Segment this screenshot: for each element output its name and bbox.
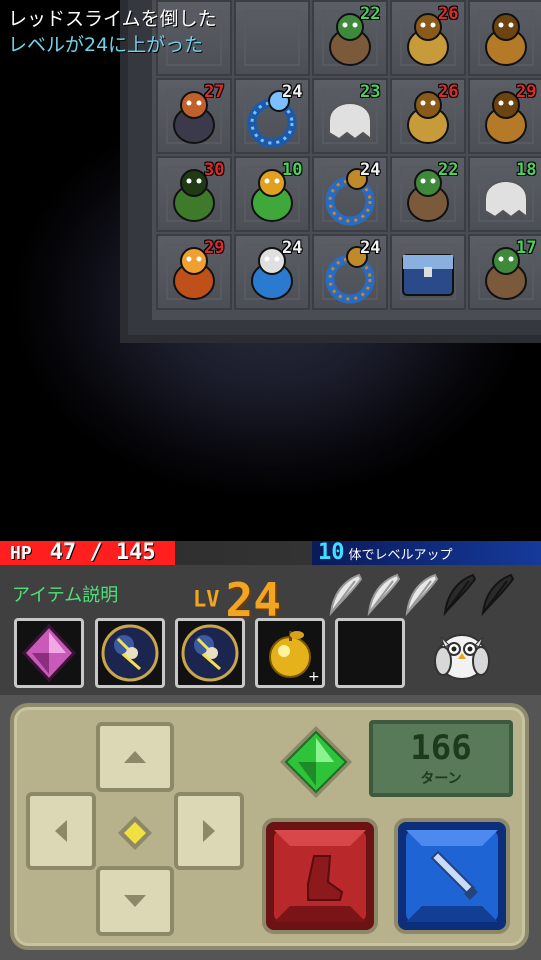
feather-icon xyxy=(329,573,363,617)
info-panel: アイテム説明 LV 24 + xyxy=(0,565,541,695)
item-slot-2[interactable] xyxy=(95,618,165,688)
message-log: レッドスライムを倒した レベルが24に上がった xyxy=(8,6,217,58)
monster-level-label: 17 xyxy=(516,238,537,258)
feather-icon xyxy=(367,573,401,617)
monster-level-label: 23 xyxy=(360,82,381,102)
attack-button[interactable] xyxy=(394,818,510,934)
kick-action-button[interactable] xyxy=(262,818,378,934)
pink-crystal-icon xyxy=(22,624,76,682)
item-slot-5-empty[interactable] xyxy=(335,618,405,688)
log-line: レッドスライムを倒した xyxy=(8,8,217,30)
turn-count-label: ターン xyxy=(420,771,462,787)
monster-level-label: 30 xyxy=(204,160,225,180)
dungeon-view: 22 26 27 24 23 26 29 30 10 24 22 18 29 24 24 17 レッドスライム… xyxy=(0,0,541,538)
monster-level-label: 26 xyxy=(438,82,459,102)
monster-level-label: 10 xyxy=(282,160,303,180)
log-line: レベルが24に上がった xyxy=(8,34,204,56)
monster-level-label: 27 xyxy=(204,82,225,102)
feather-gauge xyxy=(325,571,515,617)
item-description-button[interactable]: アイテム説明 xyxy=(12,581,118,607)
treasure-chest-sprite[interactable] xyxy=(393,237,463,307)
levelup-text: 体でレベルアップ xyxy=(348,548,453,563)
sword-icon xyxy=(406,830,498,922)
turn-counter: 166 ターン xyxy=(369,720,513,797)
monster-level-label: 24 xyxy=(282,82,303,102)
arrow-left-icon xyxy=(55,820,67,842)
thunder-orb-icon xyxy=(101,624,159,682)
hp-separator: / xyxy=(89,540,103,565)
monster-level-label: 22 xyxy=(360,4,381,24)
green-gem-icon[interactable] xyxy=(278,724,354,800)
golden-apple-icon: + xyxy=(269,631,320,683)
mud-slime-sprite[interactable] xyxy=(471,3,541,73)
hp-max: 145 xyxy=(115,540,156,565)
dpad-right-button[interactable] xyxy=(174,792,244,870)
monster-level-label: 26 xyxy=(438,4,459,24)
monster-level-label: 18 xyxy=(516,160,537,180)
thunder-orb-icon xyxy=(181,624,239,682)
owl-companion-icon[interactable] xyxy=(427,617,497,687)
monster-level-label: 24 xyxy=(360,238,381,258)
monster-level-label: 29 xyxy=(204,238,225,258)
hp-label: HP xyxy=(10,543,32,564)
item-slot-4[interactable]: + xyxy=(255,618,325,688)
monster-level-label: 29 xyxy=(516,82,537,102)
dpad-left-button[interactable] xyxy=(26,792,96,870)
feather-icon xyxy=(481,573,515,617)
monster-level-label: 22 xyxy=(438,160,459,180)
boot-icon xyxy=(274,830,366,922)
hp-current: 47 xyxy=(49,540,77,565)
floor-tile xyxy=(234,0,310,76)
turn-count-value: 166 xyxy=(410,728,472,768)
item-slot-3[interactable] xyxy=(175,618,245,688)
monster-level-label: 24 xyxy=(360,160,381,180)
levelup-indicator: 10 体でレベルアップ xyxy=(312,541,541,565)
level-label: LV xyxy=(193,587,220,613)
feather-icon xyxy=(443,573,477,617)
feather-icon xyxy=(405,573,439,617)
arrow-right-icon xyxy=(203,820,215,842)
hp-readout: HP 47 / 145 xyxy=(10,541,156,565)
levelup-count: 10 xyxy=(318,540,345,565)
monster-level-label: 24 xyxy=(282,238,303,258)
dpad-up-button[interactable] xyxy=(96,722,174,792)
item-badge: + xyxy=(308,669,320,683)
arrow-up-icon xyxy=(124,751,146,763)
item-slot-1[interactable] xyxy=(14,618,84,688)
dpad-down-button[interactable] xyxy=(96,866,174,936)
arrow-down-icon xyxy=(124,895,146,907)
dpad-center-wait-button[interactable] xyxy=(116,814,154,852)
